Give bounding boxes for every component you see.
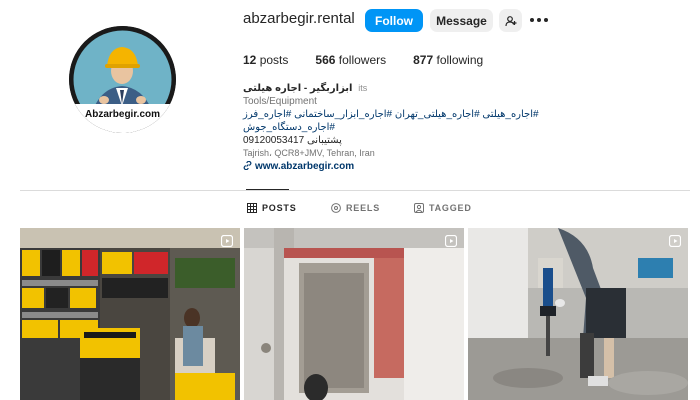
grid-icon — [247, 203, 257, 213]
bio-category: Tools/Equipment — [243, 96, 317, 107]
tagged-icon — [414, 203, 424, 213]
tab-tagged-label: TAGGED — [429, 203, 472, 213]
suggest-user-button[interactable] — [499, 9, 522, 32]
following-label: following — [436, 53, 484, 67]
post-tile-2[interactable] — [244, 228, 464, 400]
post-thumbnail-wall — [244, 228, 464, 400]
message-button[interactable]: Message — [430, 9, 493, 32]
reel-badge-icon — [221, 235, 233, 247]
reel-badge-icon — [669, 235, 681, 247]
tab-posts-label: POSTS — [262, 203, 297, 213]
followers-label: followers — [338, 53, 387, 67]
tab-reels-label: REELS — [346, 203, 381, 213]
profile-avatar[interactable]: Abzarbegir.com — [69, 26, 176, 133]
username: abzarbegir.rental — [243, 10, 355, 27]
tab-posts[interactable]: POSTS — [247, 203, 297, 213]
post-tile-3[interactable] — [468, 228, 688, 400]
bio-support: 09120053417 پشتیبانی — [243, 135, 342, 146]
profile-stats: 12 posts 566 followers 877 following — [243, 53, 510, 67]
following-count: 877 — [413, 53, 434, 67]
following-stat[interactable]: 877 following — [413, 53, 483, 67]
followers-stat[interactable]: 566 followers — [315, 53, 386, 67]
posts-count: 12 — [243, 53, 257, 67]
posts-stat: 12 posts — [243, 53, 288, 67]
tab-tagged[interactable]: TAGGED — [414, 203, 472, 213]
bio-hashtags[interactable]: #اجاره_هیلتی #اجاره_هیلتی_تهران #اجاره_ا… — [243, 108, 623, 134]
tabs-divider — [20, 190, 690, 191]
link-icon — [243, 160, 252, 171]
active-tab-indicator — [246, 189, 289, 190]
posts-label: posts — [259, 53, 289, 67]
post-tile-1[interactable] — [20, 228, 240, 400]
bio-address[interactable]: Tajrish، QCR8+JMV, Tehran, Iran — [243, 147, 623, 160]
profile-bio: ابزاربگیر - اجاره هیلتی its Tools/Equipm… — [243, 82, 623, 173]
bio-handle[interactable]: its — [358, 83, 367, 93]
add-user-icon — [504, 15, 516, 26]
more-options-icon[interactable] — [530, 12, 548, 28]
post-thumbnail-demolition — [468, 228, 688, 400]
display-name: ابزاربگیر - اجاره هیلتی — [243, 83, 353, 94]
tab-reels[interactable]: REELS — [331, 203, 380, 213]
followers-count: 566 — [315, 53, 336, 67]
reel-badge-icon — [445, 235, 457, 247]
bio-link[interactable]: www.abzarbegir.com — [243, 160, 623, 173]
post-thumbnail-store — [20, 228, 240, 400]
bio-link-text[interactable]: www.abzarbegir.com — [255, 161, 354, 172]
avatar-text: Abzarbegir.com — [84, 109, 161, 120]
support-label: پشتیبانی — [306, 135, 342, 146]
follow-button[interactable]: Follow — [365, 9, 423, 32]
reels-icon — [331, 203, 341, 213]
